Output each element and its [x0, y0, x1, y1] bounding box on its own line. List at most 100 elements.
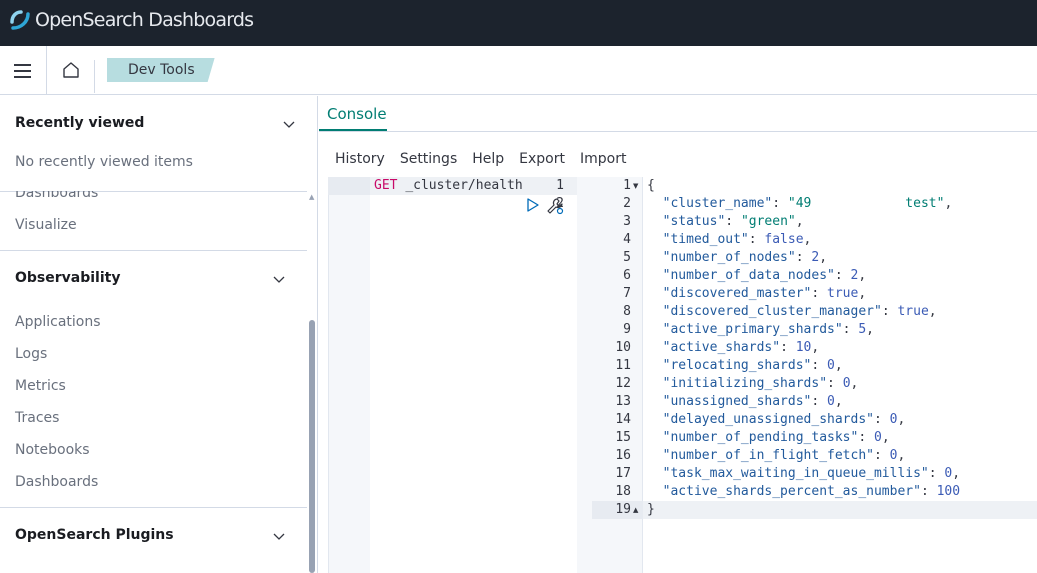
- response-line: "active_shards": 10,: [662, 340, 820, 355]
- nav-notebooks[interactable]: Notebooks: [15, 442, 90, 458]
- breadcrumb-bar: Dev Tools: [0, 46, 1037, 95]
- active-line-highlight: [643, 501, 1037, 519]
- wrench-icon[interactable]: [546, 197, 564, 215]
- sidebar-scrollbar[interactable]: [309, 320, 315, 573]
- recently-viewed-title[interactable]: Recently viewed: [15, 115, 144, 131]
- fold-arrow-icon[interactable]: ▲: [633, 506, 638, 514]
- line-number: 6: [623, 268, 631, 283]
- nav-metrics[interactable]: Metrics: [15, 378, 66, 394]
- import-button[interactable]: Import: [580, 151, 626, 167]
- json-key: "number_of_pending_tasks": [662, 430, 859, 445]
- nav-dashboards-partial[interactable]: Dashboards: [15, 191, 98, 201]
- active-line-gutter: [328, 177, 370, 195]
- json-value: 0: [842, 376, 851, 391]
- top-header: OpenSearch Dashboards: [0, 0, 1037, 46]
- json-value: false: [764, 232, 804, 247]
- breadcrumb-dev-tools[interactable]: Dev Tools: [107, 58, 215, 82]
- line-number: 3: [623, 214, 631, 229]
- json-key: "number_of_data_nodes": [662, 268, 835, 283]
- json-key: "number_of_nodes": [662, 250, 796, 265]
- nav-applications[interactable]: Applications: [15, 314, 101, 330]
- close-brace: }: [647, 502, 655, 517]
- play-icon[interactable]: [526, 197, 540, 213]
- json-value: 0: [827, 358, 835, 373]
- console-menu: History Settings Help Export Import: [335, 151, 641, 167]
- json-value: 0: [827, 394, 835, 409]
- line-number: 11: [615, 358, 631, 373]
- request-gutter: [328, 177, 370, 573]
- request-line[interactable]: GET _cluster/health: [374, 178, 523, 193]
- json-value: 10: [795, 340, 812, 355]
- json-value: 0: [873, 430, 882, 445]
- request-path: _cluster/health: [405, 178, 523, 193]
- open-brace: {: [647, 178, 655, 193]
- export-button[interactable]: Export: [519, 151, 565, 167]
- line-number: 16: [615, 448, 631, 463]
- history-button[interactable]: History: [335, 151, 385, 167]
- side-nav: Recently viewed No recently viewed items…: [0, 96, 318, 573]
- response-line: "task_max_waiting_in_queue_millis": 0,: [662, 466, 961, 481]
- tabs-divider: [319, 131, 1037, 132]
- response-line: "number_of_nodes": 2,: [662, 250, 828, 265]
- fold-arrow-icon[interactable]: ▼: [633, 182, 638, 190]
- settings-button[interactable]: Settings: [400, 151, 457, 167]
- line-number: 14: [615, 412, 631, 427]
- response-output[interactable]: 1 2 3 4 5 6 7 8 9 10 11 12 13 14 15 16 17 18 19 { "cluster…: [592, 177, 1037, 573]
- json-value: true: [827, 286, 859, 301]
- divider: [94, 60, 95, 93]
- scroll-up-arrow-icon[interactable]: ▲: [309, 193, 314, 201]
- recently-viewed-empty: No recently viewed items: [15, 154, 193, 170]
- response-line: "number_of_pending_tasks": 0,: [662, 430, 890, 445]
- response-line: "timed_out": false,: [662, 232, 812, 247]
- editor-resize-handle[interactable]: [577, 177, 592, 573]
- chevron-down-icon[interactable]: [282, 117, 296, 131]
- response-line: "delayed_unassigned_shards": 0,: [662, 412, 906, 427]
- json-value: true: [897, 304, 929, 319]
- opensearch-logo-icon: [10, 10, 30, 30]
- response-line: "discovered_cluster_manager": true,: [662, 304, 937, 319]
- nav-traces[interactable]: Traces: [15, 410, 59, 426]
- redaction-block: [834, 193, 906, 213]
- line-number: 5: [623, 250, 631, 265]
- json-value: 2: [850, 268, 859, 283]
- line-number: 13: [615, 394, 631, 409]
- json-key: "active_shards_percent_as_number": [662, 484, 921, 499]
- response-line: "relocating_shards": 0,: [662, 358, 843, 373]
- opensearch-plugins-title[interactable]: OpenSearch Plugins: [15, 527, 174, 543]
- app-title: OpenSearch Dashboards: [35, 9, 254, 31]
- line-number: 4: [623, 232, 631, 247]
- line-number: 8: [623, 304, 631, 319]
- chevron-down-icon[interactable]: [272, 529, 286, 543]
- help-button[interactable]: Help: [472, 151, 504, 167]
- divider: [0, 250, 307, 251]
- observability-title[interactable]: Observability: [15, 270, 120, 286]
- request-editor[interactable]: 1 2 GET _cluster/health: [328, 177, 577, 573]
- hamburger-menu-icon[interactable]: [12, 60, 34, 82]
- nav-dashboards[interactable]: Dashboards: [15, 474, 98, 490]
- json-key: "active_primary_shards": [662, 322, 843, 337]
- json-value: 100: [936, 484, 961, 499]
- nav-visualize[interactable]: Visualize: [15, 217, 77, 233]
- json-value: 5: [858, 322, 867, 337]
- response-line: "unassigned_shards": 0,: [662, 394, 843, 409]
- line-number: 1: [623, 178, 631, 193]
- line-number: 9: [623, 322, 631, 337]
- home-icon[interactable]: [60, 59, 82, 81]
- tab-console[interactable]: Console: [327, 105, 387, 123]
- line-number: 2: [623, 196, 631, 211]
- response-line: "cluster_name": "49 8:test",: [662, 196, 953, 211]
- json-value: 0: [944, 466, 953, 481]
- opensearch-logo[interactable]: OpenSearch Dashboards: [9, 8, 254, 32]
- response-line: "number_of_data_nodes": 2,: [662, 268, 867, 283]
- json-value: 0: [889, 412, 898, 427]
- line-number: 12: [615, 376, 631, 391]
- json-key: "unassigned_shards": [662, 394, 812, 409]
- json-value: "green": [740, 214, 796, 229]
- nav-logs[interactable]: Logs: [15, 346, 47, 362]
- json-key: "discovered_cluster_manager": [662, 304, 882, 319]
- json-key: "number_of_in_flight_fetch": [662, 448, 874, 463]
- line-number: 7: [623, 286, 631, 301]
- divider: [46, 46, 47, 95]
- chevron-down-icon[interactable]: [272, 272, 286, 286]
- response-line: "active_shards_percent_as_number": 100: [662, 484, 961, 499]
